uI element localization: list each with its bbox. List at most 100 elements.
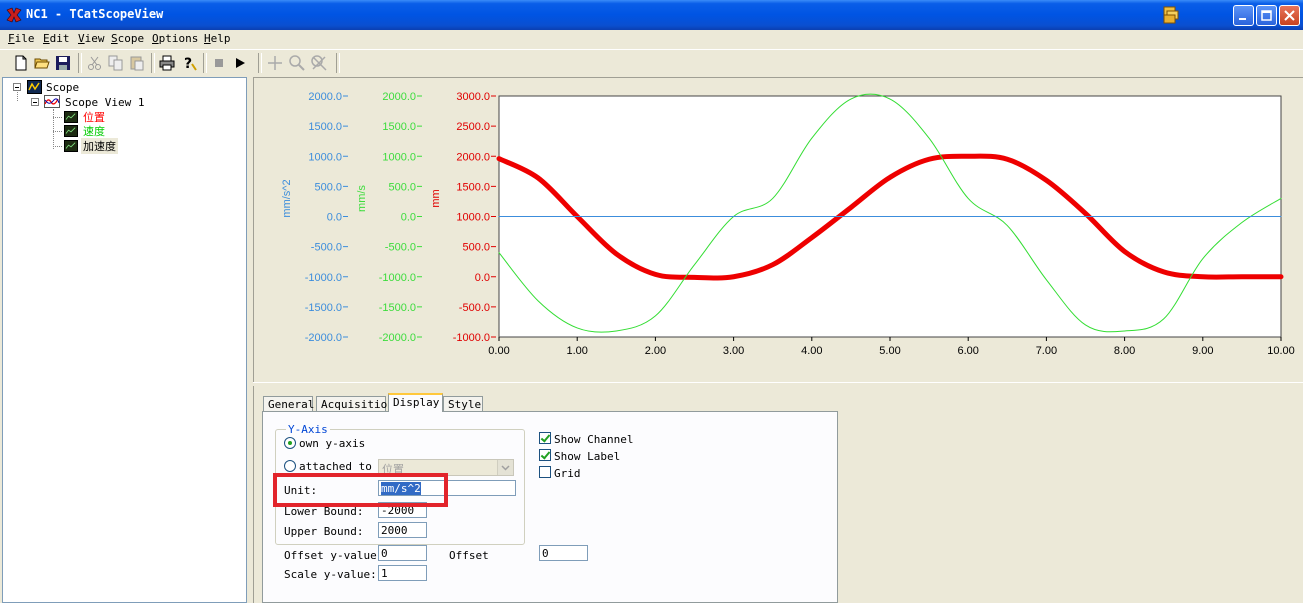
x-tick-label: 1.00 bbox=[566, 345, 587, 357]
y-tick-label: -500.0 bbox=[311, 242, 342, 254]
paste-icon[interactable] bbox=[128, 54, 146, 72]
tab-display[interactable]: Display bbox=[388, 393, 443, 412]
toolbar: ? bbox=[0, 49, 1303, 76]
chevron-down-icon[interactable] bbox=[497, 460, 513, 475]
zoom-reset-icon[interactable] bbox=[310, 54, 328, 72]
y-tick-label: -500.0 bbox=[459, 302, 490, 314]
offset-label: Offset bbox=[449, 549, 489, 562]
y-tick-label: 500.0 bbox=[462, 242, 490, 254]
minimize-icon bbox=[1239, 18, 1246, 20]
scope-root-icon bbox=[27, 80, 42, 94]
tree-node-scope-view[interactable]: Scope View 1 bbox=[65, 96, 144, 109]
maximize-button[interactable] bbox=[1256, 5, 1277, 26]
menu-edit[interactable]: Edit bbox=[43, 32, 70, 45]
svg-text:?: ? bbox=[184, 56, 192, 72]
y-tick-label: -2000.0 bbox=[379, 332, 416, 344]
upper-bound-input[interactable]: 2000 bbox=[378, 522, 427, 538]
y-tick-label: 1000.0 bbox=[308, 151, 342, 163]
new-icon[interactable] bbox=[12, 54, 30, 72]
tree-node-scope[interactable]: Scope bbox=[46, 81, 79, 94]
tree-collapse-scope-view[interactable] bbox=[31, 98, 39, 106]
menu-bar: File Edit View Scope Options Help bbox=[0, 30, 1303, 48]
save-icon[interactable] bbox=[54, 54, 72, 72]
y-axis-unit-label: mm/s^2 bbox=[281, 179, 293, 217]
window-title: NC1 - TCatScopeView bbox=[26, 7, 164, 21]
upper-bound-label: Upper Bound: bbox=[284, 525, 364, 538]
x-tick-label: 3.00 bbox=[723, 345, 744, 357]
y-tick-label: 0.0 bbox=[327, 212, 342, 224]
x-tick-label: 0.00 bbox=[488, 345, 509, 357]
menu-view[interactable]: View bbox=[78, 32, 105, 45]
tab-style[interactable]: Style bbox=[443, 396, 483, 411]
y-tick-label: 3000.0 bbox=[456, 91, 490, 103]
attached-to-radio[interactable] bbox=[284, 460, 296, 472]
x-tick-label: 8.00 bbox=[1114, 345, 1135, 357]
tree-channel-velocity[interactable]: 速度 bbox=[83, 123, 105, 139]
toolbar-separator bbox=[258, 53, 262, 73]
print-icon[interactable] bbox=[158, 54, 176, 72]
own-y-axis-radio[interactable] bbox=[284, 437, 296, 449]
menu-file[interactable]: File bbox=[8, 32, 35, 45]
scope-chart[interactable]: 0.00 1.00 2.00 3.00 4.00 5.00 6.00 7.00 8.00 9.00… bbox=[254, 78, 1303, 383]
zoom-icon[interactable] bbox=[288, 54, 306, 72]
tree-channel-acceleration[interactable]: 加速度 bbox=[81, 138, 118, 154]
y-tick-label: 1500.0 bbox=[456, 181, 490, 193]
channel-icon bbox=[64, 111, 78, 123]
properties-panel: General Acquisition Display Style Y-Axis… bbox=[253, 386, 1303, 603]
y-tick-label: 2000.0 bbox=[456, 151, 490, 163]
menu-scope[interactable]: Scope bbox=[111, 32, 144, 45]
crosshair-icon[interactable] bbox=[266, 54, 284, 72]
scope-view-icon bbox=[44, 95, 60, 108]
tree-collapse-scope[interactable] bbox=[13, 83, 21, 91]
y-axis-unit-label: mm/s bbox=[356, 185, 368, 212]
close-button[interactable] bbox=[1279, 5, 1300, 26]
show-label-label: Show Label bbox=[554, 450, 621, 463]
offset-y-label: Offset y-value: bbox=[284, 549, 384, 562]
y-tick-label: -1000.0 bbox=[453, 332, 490, 344]
x-tick-label: 4.00 bbox=[801, 345, 822, 357]
stop-icon[interactable] bbox=[210, 54, 228, 72]
menu-options[interactable]: Options bbox=[152, 32, 198, 45]
tab-general[interactable]: General bbox=[263, 396, 314, 411]
y-axis-unit-label: mm bbox=[430, 189, 442, 207]
channel-icon bbox=[64, 140, 78, 152]
show-label-checkbox[interactable] bbox=[539, 449, 551, 461]
show-channel-checkbox[interactable] bbox=[539, 432, 551, 444]
maximize-icon bbox=[1261, 10, 1272, 21]
close-icon bbox=[1284, 10, 1295, 21]
y-tick-label: 500.0 bbox=[314, 181, 342, 193]
play-icon[interactable] bbox=[231, 54, 249, 72]
y-tick-label: -500.0 bbox=[385, 242, 416, 254]
x-tick-label: 6.00 bbox=[957, 345, 978, 357]
offset-y-input[interactable]: 0 bbox=[378, 545, 427, 561]
scale-y-input[interactable]: 1 bbox=[378, 565, 427, 581]
x-tick-label: 10.00 bbox=[1267, 345, 1295, 357]
y-tick-label: -1000.0 bbox=[379, 272, 416, 284]
x-tick-label: 2.00 bbox=[645, 345, 666, 357]
grid-checkbox[interactable] bbox=[539, 466, 551, 478]
scale-y-label: Scale y-value: bbox=[284, 568, 377, 581]
grid-label: Grid bbox=[554, 467, 581, 480]
toolbar-separator bbox=[151, 53, 155, 73]
y-tick-label: 1000.0 bbox=[382, 151, 416, 163]
channel-icon bbox=[64, 125, 78, 137]
help-icon[interactable]: ? bbox=[180, 54, 198, 72]
minimize-button[interactable] bbox=[1233, 5, 1254, 26]
x-tick-label: 9.00 bbox=[1192, 345, 1213, 357]
offset-input[interactable]: 0 bbox=[539, 545, 588, 561]
y-tick-label: -1000.0 bbox=[305, 272, 342, 284]
copy-icon[interactable] bbox=[107, 54, 125, 72]
tab-acquisition[interactable]: Acquisition bbox=[316, 396, 394, 411]
toolbar-separator bbox=[336, 53, 340, 73]
y-tick-label: 1500.0 bbox=[382, 121, 416, 133]
attached-to-label: attached to bbox=[299, 460, 372, 473]
y-tick-label: 2000.0 bbox=[308, 91, 342, 103]
unit-highlight-annotation bbox=[273, 473, 448, 507]
cut-icon[interactable] bbox=[86, 54, 104, 72]
own-y-axis-label: own y-axis bbox=[299, 437, 366, 450]
y-axis-group-title: Y-Axis bbox=[286, 423, 330, 436]
system-tray-icon[interactable] bbox=[1161, 5, 1181, 25]
menu-help[interactable]: Help bbox=[204, 32, 231, 45]
open-icon[interactable] bbox=[33, 54, 51, 72]
y-tick-label: 1000.0 bbox=[456, 212, 490, 224]
